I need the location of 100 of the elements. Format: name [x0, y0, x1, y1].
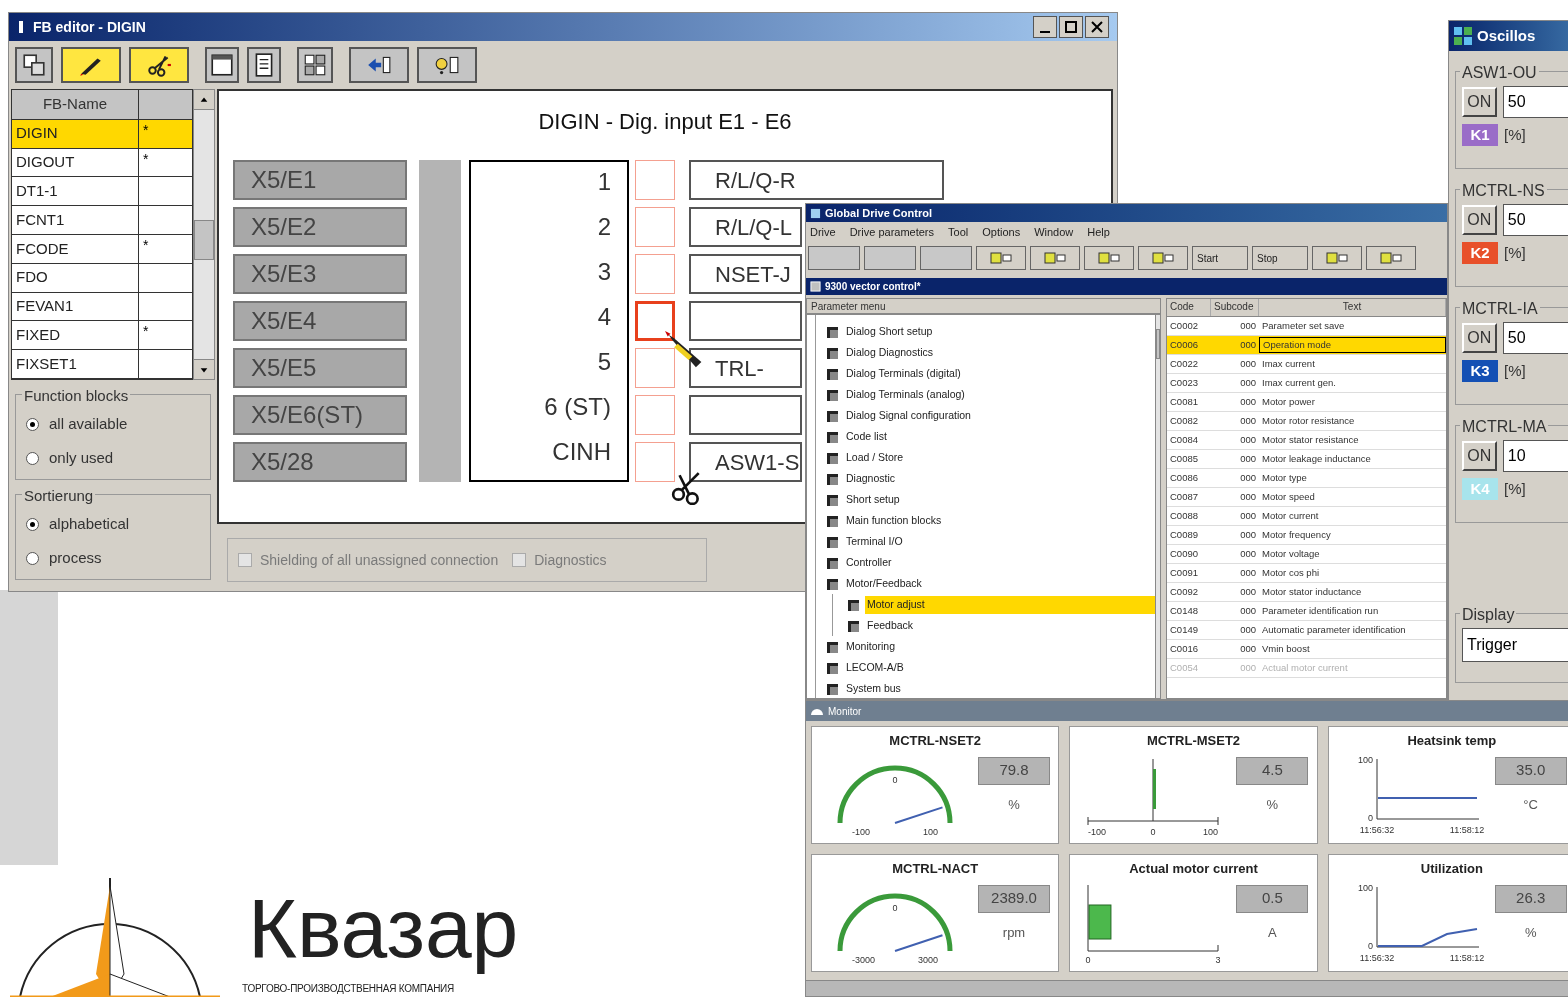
list-row[interactable]: FCNT1 [12, 206, 192, 235]
tool-button[interactable] [247, 47, 281, 83]
toolbar-button[interactable] [808, 246, 860, 270]
tool-button[interactable] [205, 47, 239, 83]
table-row[interactable]: C0084 000 Motor stator resistance [1167, 431, 1446, 450]
column-header[interactable]: Code [1167, 299, 1211, 316]
tool-button[interactable] [417, 47, 477, 83]
output-terminal[interactable]: ASW1-S [689, 442, 802, 482]
output-terminal[interactable] [689, 301, 802, 341]
table-row[interactable]: C0092 000 Motor stator inductance [1167, 583, 1446, 602]
table-row[interactable]: C0091 000 Motor cos phi [1167, 564, 1446, 583]
table-row[interactable]: C0006 000 Operation mode [1167, 336, 1446, 355]
value-field[interactable]: 50 [1502, 86, 1568, 118]
output-terminal[interactable]: TRL- [689, 348, 802, 388]
output-terminal[interactable] [689, 395, 802, 435]
column-header[interactable]: Subcode [1211, 299, 1259, 316]
menu-item[interactable]: Drive [810, 223, 836, 241]
list-row[interactable]: FIXED * [12, 321, 192, 351]
list-row[interactable]: FEVAN1 [12, 292, 192, 322]
tree-item[interactable]: Motor/Feedback [844, 574, 922, 593]
tree-item[interactable]: Feedback [865, 616, 914, 635]
table-row[interactable]: C0023 000 Imax current gen. [1167, 374, 1446, 393]
table-row[interactable]: C0081 000 Motor power [1167, 393, 1446, 412]
output-terminal[interactable]: NSET-J [689, 254, 802, 294]
tool-button[interactable] [297, 47, 333, 83]
on-button[interactable]: ON [1462, 87, 1497, 117]
on-button[interactable]: ON [1462, 441, 1497, 471]
value-field[interactable]: 50 [1502, 204, 1568, 236]
output-terminal[interactable]: R/L/Q-L [689, 207, 802, 247]
list-row[interactable]: DT1-1 [12, 177, 192, 207]
tree-item[interactable]: Controller [844, 553, 892, 572]
tree-item[interactable]: Dialog Diagnostics [844, 343, 933, 362]
menu-item[interactable]: Drive parameters [849, 223, 935, 241]
table-row[interactable]: C0149 000 Automatic parameter identification [1167, 621, 1446, 640]
radio-button[interactable] [26, 551, 39, 565]
radio-button[interactable] [26, 451, 39, 465]
tree-item[interactable]: Motor adjust [865, 595, 1155, 614]
input-terminal[interactable]: X5/E6(ST) [233, 395, 407, 435]
table-row[interactable]: C0022 000 Imax current [1167, 355, 1446, 374]
table-row[interactable]: C0082 000 Motor rotor resistance [1167, 412, 1446, 431]
tree-item[interactable]: Code list [844, 427, 887, 446]
table-row[interactable]: C0090 000 Motor voltage [1167, 545, 1446, 564]
list-row[interactable]: DIGOUT * [12, 148, 192, 178]
list-row[interactable]: FIXSET1 [12, 350, 192, 379]
toolbar-button[interactable] [1084, 246, 1134, 270]
table-row[interactable]: C0088 000 Motor current [1167, 507, 1446, 526]
input-terminal[interactable]: X5/E5 [233, 348, 407, 388]
output-terminal[interactable]: R/L/Q-R [689, 160, 944, 200]
input-terminal[interactable]: X5/E4 [233, 301, 407, 341]
minimize-button[interactable] [1033, 16, 1057, 38]
toolbar-button[interactable] [920, 246, 972, 270]
tree-item[interactable]: Monitoring [844, 637, 896, 656]
tree-item[interactable]: Dialog Terminals (analog) [844, 385, 965, 404]
list-row[interactable]: FDO [12, 263, 192, 293]
tree-item[interactable]: Load / Store [844, 448, 904, 467]
radio-button[interactable] [26, 417, 39, 431]
column-header[interactable]: Text [1259, 299, 1446, 316]
value-field[interactable]: 10 [1502, 440, 1568, 472]
toolbar-button[interactable] [976, 246, 1026, 270]
toolbar-button[interactable] [1312, 246, 1362, 270]
display-dropdown[interactable]: Trigger [1462, 628, 1568, 662]
list-row[interactable]: FCODE * [12, 235, 192, 264]
menu-item[interactable]: Help [1087, 223, 1110, 241]
scrollbar[interactable] [193, 89, 215, 380]
tree-item[interactable]: Diagnostic [844, 469, 896, 488]
menu-item[interactable]: Options [982, 223, 1021, 241]
tree-item[interactable]: Main function blocks [844, 511, 942, 530]
table-row[interactable]: C0089 000 Motor frequency [1167, 526, 1446, 545]
toolbar-button[interactable] [1030, 246, 1080, 270]
maximize-button[interactable] [1059, 16, 1083, 38]
toolbar-button[interactable]: Start [1192, 246, 1248, 270]
on-button[interactable]: ON [1462, 323, 1497, 353]
list-row[interactable]: DIGIN * [12, 119, 192, 149]
table-row[interactable]: C0086 000 Motor type [1167, 469, 1446, 488]
close-button[interactable] [1085, 16, 1109, 38]
on-button[interactable]: ON [1462, 205, 1497, 235]
tool-button[interactable] [15, 47, 53, 83]
table-row[interactable]: C0085 000 Motor leakage inductance [1167, 450, 1446, 469]
table-row[interactable]: C0016 000 Vmin boost [1167, 640, 1446, 659]
menu-item[interactable]: Tool [948, 223, 969, 241]
toolbar-button[interactable] [1366, 246, 1416, 270]
toolbar-button[interactable] [1138, 246, 1188, 270]
tree-item[interactable]: LECOM-A/B [844, 658, 904, 677]
connection-port[interactable] [635, 301, 675, 341]
toolbar-button[interactable] [864, 246, 916, 270]
tree-item[interactable]: Terminal I/O [844, 532, 903, 551]
tree-item[interactable]: Dialog Signal configuration [844, 406, 971, 425]
scrollbar[interactable] [1155, 315, 1160, 698]
input-terminal[interactable]: X5/E1 [233, 160, 407, 200]
tree-item[interactable]: Dialog Terminals (digital) [844, 364, 961, 383]
input-terminal[interactable]: X5/E2 [233, 207, 407, 247]
table-row[interactable]: C0087 000 Motor speed [1167, 488, 1446, 507]
scroll-thumb[interactable] [1156, 329, 1160, 359]
value-field[interactable]: 50 [1502, 322, 1568, 354]
tree-item[interactable]: Dialog Short setup [844, 322, 933, 341]
menu-item[interactable]: Window [1034, 223, 1074, 241]
tree-item[interactable]: System bus [844, 679, 901, 698]
tool-button[interactable] [349, 47, 409, 83]
input-terminal[interactable]: X5/E3 [233, 254, 407, 294]
radio-button[interactable] [26, 517, 39, 531]
